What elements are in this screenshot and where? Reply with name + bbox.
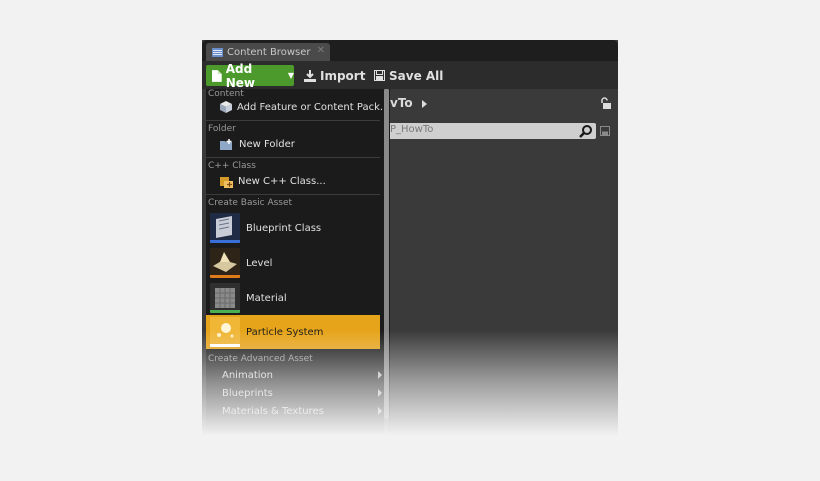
menu-item-label: Add Feature or Content Pack... (237, 101, 390, 113)
menu-item-new-folder[interactable]: New Folder (220, 136, 295, 152)
breadcrumb: vTo (388, 95, 618, 115)
menu-item-label: New C++ Class... (238, 175, 326, 187)
chevron-right-icon[interactable] (422, 100, 427, 108)
tab-content-browser[interactable]: Content Browser ✕ (206, 43, 330, 61)
submenu-label: Blueprints (222, 387, 273, 399)
cube-icon (220, 101, 232, 113)
save-all-button[interactable]: Save All (374, 65, 443, 86)
chevron-down-icon: ▼ (287, 71, 294, 80)
menu-item-label: Material (246, 292, 287, 304)
submenu-blueprints[interactable]: Blueprints (222, 385, 382, 401)
new-folder-icon (220, 138, 232, 150)
menu-item-label: Blueprint Class (246, 222, 322, 234)
particle-system-icon (210, 317, 240, 347)
menu-item-level[interactable]: Level (206, 246, 380, 280)
add-new-button[interactable]: Add New ▼ (206, 62, 294, 90)
add-new-label: Add New (225, 61, 255, 90)
chevron-right-icon (378, 389, 382, 397)
section-content: Content (208, 89, 244, 99)
menu-item-label: Particle System (246, 326, 324, 338)
search-value: P_HowTo (390, 124, 434, 135)
search-icon[interactable] (579, 124, 593, 138)
menu-item-label: New Folder (239, 138, 295, 150)
content-browser-icon (212, 47, 223, 57)
search-input[interactable]: P_HowTo (388, 123, 596, 139)
chevron-right-icon (378, 407, 382, 415)
material-icon (210, 283, 240, 313)
content-browser-window: Content Browser ✕ Add New ▼ Import Save … (202, 40, 618, 481)
blueprint-icon (210, 213, 240, 243)
add-new-menu: Content Add Feature or Content Pack... F… (206, 89, 390, 481)
section-folder: Folder (208, 124, 236, 134)
toolbar: Add New ▼ Import Save All (202, 61, 618, 90)
import-label: Import (320, 68, 366, 83)
menu-item-particle-system[interactable]: Particle System (206, 315, 380, 349)
divider (206, 120, 380, 121)
close-icon[interactable]: ✕ (317, 45, 325, 56)
tab-strip: Content Browser ✕ (202, 40, 618, 61)
divider (206, 194, 380, 195)
save-search-icon[interactable] (600, 126, 610, 136)
chevron-right-icon (378, 371, 382, 379)
breadcrumb-item[interactable]: vTo (390, 96, 413, 110)
submenu-materials-textures[interactable]: Materials & Textures (222, 403, 382, 419)
save-all-label: Save All (389, 68, 444, 83)
submenu-label: Materials & Textures (222, 405, 324, 417)
submenu-animation[interactable]: Animation (222, 367, 382, 383)
level-icon (210, 248, 240, 278)
divider (206, 157, 380, 158)
menu-scrollbar[interactable] (384, 89, 389, 481)
submenu-label: Animation (222, 369, 273, 381)
tab-label: Content Browser (227, 46, 311, 58)
menu-item-label: Level (246, 257, 273, 269)
import-icon (304, 69, 316, 82)
section-cpp-class: C++ Class (208, 161, 256, 171)
menu-item-new-cpp-class[interactable]: New C++ Class... (220, 173, 326, 189)
new-file-icon (212, 69, 222, 82)
cpp-class-icon (220, 176, 233, 188)
menu-item-add-feature[interactable]: Add Feature or Content Pack... (220, 99, 389, 115)
section-basic-asset: Create Basic Asset (208, 198, 293, 208)
lock-icon[interactable] (600, 97, 612, 110)
menu-item-material[interactable]: Material (206, 281, 380, 315)
scrollbar-thumb[interactable] (384, 89, 389, 419)
menu-item-blueprint-class[interactable]: Blueprint Class (206, 211, 380, 245)
save-icon (374, 70, 385, 81)
import-button[interactable]: Import (304, 65, 365, 86)
section-advanced-asset: Create Advanced Asset (208, 354, 313, 364)
